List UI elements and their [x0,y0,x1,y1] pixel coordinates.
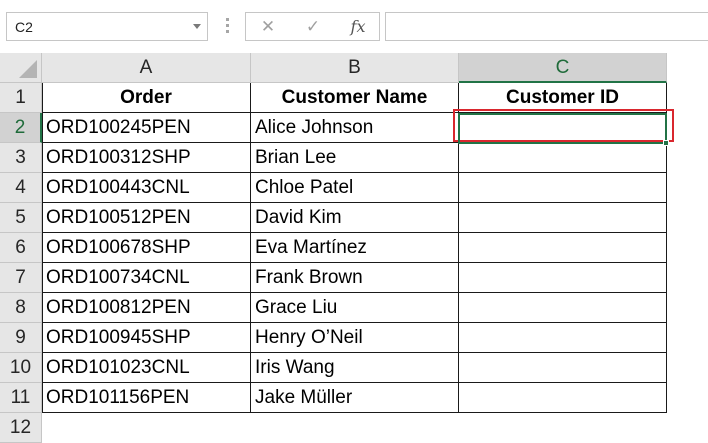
cell-a7[interactable]: ORD100734CNL [42,263,251,293]
formula-bar-grip[interactable] [226,18,229,34]
cell-a11[interactable]: ORD101156PEN [42,383,251,413]
name-box[interactable]: C2 [6,12,208,41]
cell-c10[interactable] [459,353,667,383]
cell-c4[interactable] [459,173,667,203]
cell-c8[interactable] [459,293,667,323]
cell-c11[interactable] [459,383,667,413]
cell-c5[interactable] [459,203,667,233]
cell-b6[interactable]: Eva Martínez [251,233,459,263]
select-all-button[interactable] [0,53,42,83]
cell-a4[interactable]: ORD100443CNL [42,173,251,203]
close-icon[interactable]: ✕ [252,15,284,39]
row-header-1[interactable]: 1 [0,83,42,113]
cell-a8[interactable]: ORD100812PEN [42,293,251,323]
row-header-11[interactable]: 11 [0,383,42,413]
cell-b1[interactable]: Customer Name [251,83,459,113]
cell-c6[interactable] [459,233,667,263]
row-header-3[interactable]: 3 [0,143,42,173]
cell-b3[interactable]: Brian Lee [251,143,459,173]
cell-b9[interactable]: Henry O’Neil [251,323,459,353]
row-header-10[interactable]: 10 [0,353,42,383]
cell-a2[interactable]: ORD100245PEN [42,113,251,143]
fx-icon[interactable]: fx [342,15,374,39]
cell-b10[interactable]: Iris Wang [251,353,459,383]
cell-c3[interactable] [459,143,667,173]
cell-a5[interactable]: ORD100512PEN [42,203,251,233]
cell-c12[interactable] [459,413,667,443]
column-header-a[interactable]: A [42,53,251,83]
row-header-9[interactable]: 9 [0,323,42,353]
cell-b12[interactable] [251,413,459,443]
cell-b5[interactable]: David Kim [251,203,459,233]
cell-c7[interactable] [459,263,667,293]
formula-input[interactable] [385,12,708,41]
checkmark-icon[interactable]: ✓ [297,15,329,39]
table-left-border [42,83,43,413]
formula-bar: C2 ✕ ✓ fx [0,0,708,53]
cell-c9[interactable] [459,323,667,353]
row-header-8[interactable]: 8 [0,293,42,323]
column-header-c[interactable]: C [459,53,667,83]
row-header-7[interactable]: 7 [0,263,42,293]
name-box-value: C2 [15,19,33,35]
formula-buttons: ✕ ✓ fx [245,12,380,41]
row-header-4[interactable]: 4 [0,173,42,203]
cell-a6[interactable]: ORD100678SHP [42,233,251,263]
row-header-12[interactable]: 12 [0,413,42,443]
cell-a12[interactable] [42,413,251,443]
column-header-b[interactable]: B [251,53,459,83]
cell-b7[interactable]: Frank Brown [251,263,459,293]
cell-b8[interactable]: Grace Liu [251,293,459,323]
cell-b2[interactable]: Alice Johnson [251,113,459,143]
active-cell-border [458,113,669,146]
cell-b11[interactable]: Jake Müller [251,383,459,413]
chevron-down-icon[interactable] [193,24,201,29]
fill-handle[interactable] [663,140,669,146]
select-all-icon [19,60,37,78]
cell-a1[interactable]: Order [42,83,251,113]
cell-a10[interactable]: ORD101023CNL [42,353,251,383]
cell-a9[interactable]: ORD100945SHP [42,323,251,353]
cell-a3[interactable]: ORD100312SHP [42,143,251,173]
row-header-5[interactable]: 5 [0,203,42,233]
row-header-6[interactable]: 6 [0,233,42,263]
spreadsheet-grid: A B C 1 Order Customer Name Customer ID 2 ORD… [0,53,708,443]
row-header-2[interactable]: 2 [0,113,42,143]
cell-b4[interactable]: Chloe Patel [251,173,459,203]
